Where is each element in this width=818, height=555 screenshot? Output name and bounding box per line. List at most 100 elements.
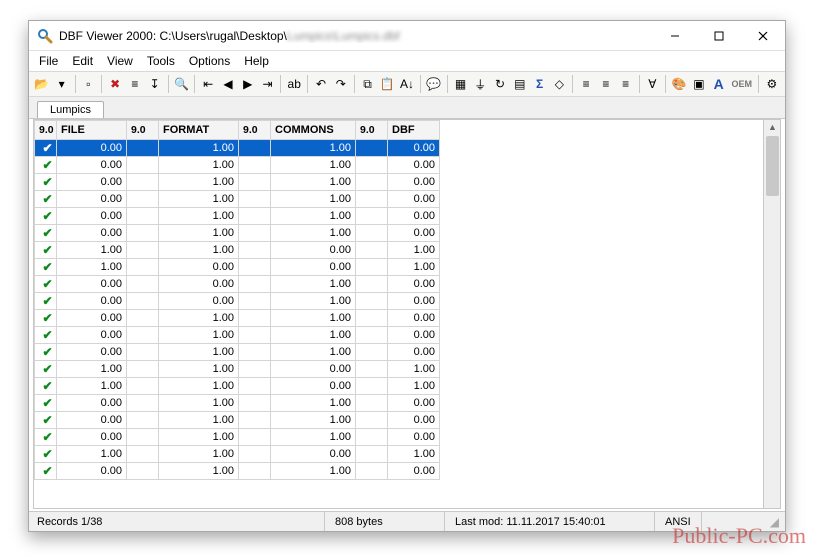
cell-value[interactable]: 0.00 xyxy=(388,140,440,157)
cell-value[interactable]: 1.00 xyxy=(388,446,440,463)
menu-tools[interactable]: Tools xyxy=(141,52,181,70)
align-right-icon[interactable]: ≡ xyxy=(617,75,635,93)
cell-value[interactable]: 0.00 xyxy=(388,208,440,225)
cell-value[interactable]: 1.00 xyxy=(159,446,239,463)
close-button[interactable] xyxy=(741,21,785,50)
refresh-icon[interactable]: ↻ xyxy=(491,75,509,93)
cell-value[interactable]: 1.00 xyxy=(159,174,239,191)
search-icon[interactable]: 🔍 xyxy=(173,75,191,93)
col-header-dbf[interactable]: DBF xyxy=(388,121,440,140)
cell-value[interactable]: 0.00 xyxy=(271,259,356,276)
cell-value[interactable]: 1.00 xyxy=(271,293,356,310)
clear-icon[interactable]: ◇ xyxy=(550,75,568,93)
paste-icon[interactable]: 📋 xyxy=(378,75,396,93)
table-row[interactable]: ✔0.000.001.000.00 xyxy=(35,293,440,310)
cell-value[interactable]: 1.00 xyxy=(388,361,440,378)
align-left-icon[interactable]: ≡ xyxy=(577,75,595,93)
col-header-file[interactable]: FILE xyxy=(57,121,127,140)
cell-value[interactable]: 0.00 xyxy=(388,293,440,310)
cell-value[interactable]: 0.00 xyxy=(388,327,440,344)
cell-value[interactable]: 1.00 xyxy=(271,276,356,293)
cell-value[interactable]: 1.00 xyxy=(271,140,356,157)
cell-value[interactable]: 1.00 xyxy=(271,463,356,480)
cell-value[interactable]: 0.00 xyxy=(388,412,440,429)
cell-value[interactable]: 1.00 xyxy=(271,174,356,191)
table-row[interactable]: ✔0.001.001.000.00 xyxy=(35,344,440,361)
settings-icon[interactable]: ⚙ xyxy=(763,75,781,93)
cell-value[interactable]: 1.00 xyxy=(159,361,239,378)
cell-value[interactable]: 1.00 xyxy=(159,412,239,429)
cell-value[interactable]: 0.00 xyxy=(57,208,127,225)
cell-value[interactable]: 1.00 xyxy=(271,429,356,446)
cell-value[interactable]: 0.00 xyxy=(57,191,127,208)
dropdown-icon[interactable]: ▾ xyxy=(53,75,71,93)
cell-value[interactable]: 1.00 xyxy=(159,157,239,174)
col-header-commons[interactable]: COMMONS xyxy=(271,121,356,140)
cell-value[interactable]: 1.00 xyxy=(159,395,239,412)
filter3-icon[interactable]: ∀ xyxy=(644,75,662,93)
cell-value[interactable]: 0.00 xyxy=(388,276,440,293)
next-icon[interactable]: ▶ xyxy=(239,75,257,93)
cell-value[interactable]: 1.00 xyxy=(388,242,440,259)
cell-value[interactable]: 1.00 xyxy=(57,378,127,395)
col-type[interactable]: 9.0 xyxy=(35,121,57,140)
scroll-up-icon[interactable]: ▲ xyxy=(768,122,777,132)
cell-value[interactable]: 0.00 xyxy=(388,157,440,174)
cell-value[interactable]: 1.00 xyxy=(271,344,356,361)
table-row[interactable]: ✔1.001.000.001.00 xyxy=(35,361,440,378)
export-icon[interactable]: ↧ xyxy=(146,75,164,93)
minimize-button[interactable] xyxy=(653,21,697,50)
cell-value[interactable]: 1.00 xyxy=(159,191,239,208)
maximize-button[interactable] xyxy=(697,21,741,50)
cell-value[interactable]: 1.00 xyxy=(57,361,127,378)
table-row[interactable]: ✔0.001.001.000.00 xyxy=(35,463,440,480)
cell-value[interactable]: 1.00 xyxy=(159,378,239,395)
cell-value[interactable]: 1.00 xyxy=(388,378,440,395)
cell-value[interactable]: 1.00 xyxy=(57,242,127,259)
col-type[interactable]: 9.0 xyxy=(239,121,271,140)
cell-value[interactable]: 0.00 xyxy=(57,276,127,293)
cell-value[interactable]: 1.00 xyxy=(57,446,127,463)
menu-view[interactable]: View xyxy=(101,52,139,70)
new-icon[interactable]: ▫ xyxy=(80,75,98,93)
table-row[interactable]: ✔1.001.000.001.00 xyxy=(35,242,440,259)
menu-help[interactable]: Help xyxy=(238,52,275,70)
cell-value[interactable]: 1.00 xyxy=(159,140,239,157)
cell-value[interactable]: 0.00 xyxy=(271,242,356,259)
cell-value[interactable]: 0.00 xyxy=(57,157,127,174)
cell-value[interactable]: 0.00 xyxy=(388,225,440,242)
undo-icon[interactable]: ↶ xyxy=(312,75,330,93)
table-row[interactable]: ✔0.001.001.000.00 xyxy=(35,191,440,208)
menu-edit[interactable]: Edit xyxy=(66,52,99,70)
filter2-icon[interactable]: ⏚ xyxy=(471,75,489,93)
cell-value[interactable]: 0.00 xyxy=(388,191,440,208)
cell-value[interactable]: 1.00 xyxy=(159,225,239,242)
cell-value[interactable]: 1.00 xyxy=(57,259,127,276)
sum-icon[interactable]: Σ xyxy=(531,75,549,93)
cell-value[interactable]: 1.00 xyxy=(271,157,356,174)
cell-value[interactable]: 0.00 xyxy=(57,412,127,429)
info-icon[interactable]: 💬 xyxy=(425,75,443,93)
table-row[interactable]: ✔0.000.001.000.00 xyxy=(35,276,440,293)
table-row[interactable]: ✔0.001.001.000.00 xyxy=(35,208,440,225)
first-icon[interactable]: ⇤ xyxy=(199,75,217,93)
cell-value[interactable]: 0.00 xyxy=(57,140,127,157)
vertical-scrollbar[interactable]: ▲ xyxy=(763,120,780,508)
col-type[interactable]: 9.0 xyxy=(127,121,159,140)
align-center-icon[interactable]: ≡ xyxy=(597,75,615,93)
cell-value[interactable]: 0.00 xyxy=(388,463,440,480)
cell-value[interactable]: 0.00 xyxy=(388,174,440,191)
col-type[interactable]: 9.0 xyxy=(356,121,388,140)
cell-value[interactable]: 1.00 xyxy=(159,429,239,446)
cell-value[interactable]: 1.00 xyxy=(271,395,356,412)
cell-value[interactable]: 1.00 xyxy=(159,463,239,480)
replace-icon[interactable]: ab xyxy=(285,75,303,93)
cell-value[interactable]: 1.00 xyxy=(159,344,239,361)
table-row[interactable]: ✔0.001.001.000.00 xyxy=(35,429,440,446)
highlight-icon[interactable]: ▣ xyxy=(690,75,708,93)
cell-value[interactable]: 0.00 xyxy=(271,378,356,395)
cell-value[interactable]: 0.00 xyxy=(57,395,127,412)
col-header-format[interactable]: FORMAT xyxy=(159,121,239,140)
table-row[interactable]: ✔0.001.001.000.00 xyxy=(35,225,440,242)
filter-icon[interactable]: ▦ xyxy=(452,75,470,93)
